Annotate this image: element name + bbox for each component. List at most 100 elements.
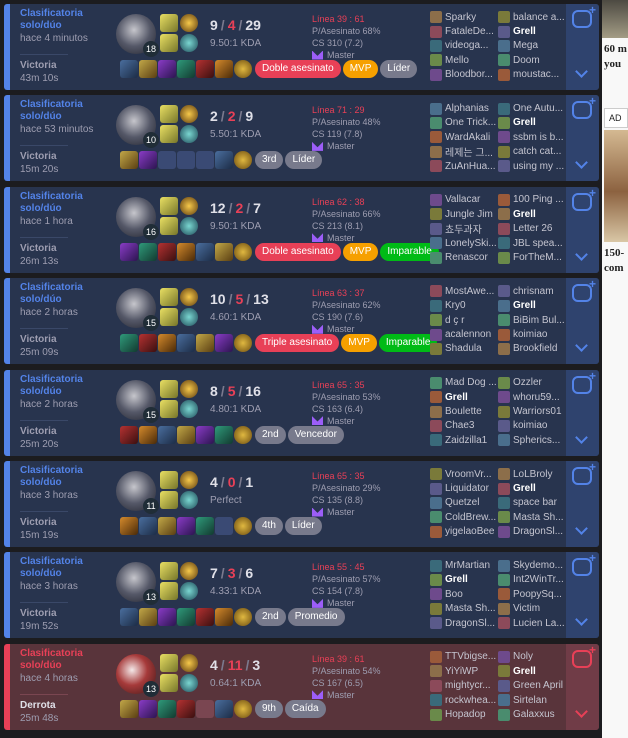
match-card[interactable]: Clasificatoria solo/dúo hace 4 horas Derro… xyxy=(4,643,599,730)
player-name[interactable]: Grell xyxy=(513,209,536,220)
item-icon[interactable] xyxy=(196,425,214,444)
champion-portrait[interactable]: 15 xyxy=(116,288,159,332)
player-name[interactable]: Grell xyxy=(513,26,536,37)
add-to-favorites-icon[interactable] xyxy=(572,278,596,303)
item-icon[interactable] xyxy=(120,517,138,535)
player-entry[interactable]: Galaxxus xyxy=(498,707,564,721)
flash-spell-icon[interactable] xyxy=(160,562,178,581)
player-name[interactable]: 100 Ping ... xyxy=(513,194,564,205)
player-entry[interactable]: Grell xyxy=(430,573,496,587)
player-entry[interactable]: mightycr... xyxy=(430,679,496,693)
player-name[interactable]: whoru59... xyxy=(513,392,560,403)
item-icon[interactable] xyxy=(139,608,157,627)
player-name[interactable]: Chae3 xyxy=(445,420,474,431)
player-entry[interactable]: Hopadop xyxy=(430,707,496,721)
player-name[interactable]: Warriors01 xyxy=(513,406,562,417)
item-icon[interactable] xyxy=(158,60,176,78)
chevron-down-icon[interactable] xyxy=(575,156,588,170)
player-name[interactable]: videoga... xyxy=(445,40,488,51)
player-entry[interactable]: ColdBrew... xyxy=(430,510,496,524)
match-card[interactable]: Clasificatoria solo/dúo hace 2 horas Victo… xyxy=(4,369,599,456)
item-icon[interactable] xyxy=(177,60,195,78)
player-entry[interactable]: koimiao xyxy=(498,327,564,341)
item-icon[interactable] xyxy=(158,334,176,353)
player-entry[interactable]: 100 Ping ... xyxy=(498,193,564,207)
secondary-rune-icon[interactable] xyxy=(180,399,198,418)
item-icon[interactable] xyxy=(177,699,195,718)
player-name[interactable]: Skydemo... xyxy=(513,560,563,571)
match-card[interactable]: Clasificatoria solo/dúo hace 4 minutos Vic… xyxy=(4,4,599,90)
player-entry[interactable]: Kry0 xyxy=(430,299,496,313)
player-entry[interactable]: Chae3 xyxy=(430,419,496,433)
player-entry[interactable]: Skydemo... xyxy=(498,558,564,572)
player-name[interactable]: Zaidzilla1 xyxy=(445,435,487,446)
secondary-rune-icon[interactable] xyxy=(180,34,198,52)
player-entry[interactable]: LoLBroly xyxy=(498,467,564,481)
item-icon[interactable] xyxy=(196,242,214,261)
secondary-rune-icon[interactable] xyxy=(180,125,198,144)
player-entry[interactable]: Renascor xyxy=(430,250,496,264)
player-name[interactable]: Shadula xyxy=(445,343,482,354)
ad-image[interactable] xyxy=(604,130,628,242)
player-entry[interactable]: Jungle Jim xyxy=(430,207,496,221)
smite-spell-icon[interactable] xyxy=(160,582,178,601)
player-name[interactable]: moustac... xyxy=(513,69,559,80)
chevron-down-icon[interactable] xyxy=(575,522,588,535)
player-entry[interactable]: DragonSl... xyxy=(498,525,564,539)
item-icon[interactable] xyxy=(177,608,195,627)
add-to-favorites-icon[interactable] xyxy=(572,644,596,668)
chevron-down-icon[interactable] xyxy=(575,247,588,261)
player-name[interactable]: yigelaoBee xyxy=(445,526,494,537)
trinket-icon[interactable] xyxy=(234,60,252,78)
item-icon[interactable] xyxy=(215,699,233,718)
player-entry[interactable]: YiYiWP xyxy=(430,664,496,678)
player-name[interactable]: Victim xyxy=(513,603,540,614)
smite-spell-icon[interactable] xyxy=(160,125,178,144)
player-name[interactable]: Boulette xyxy=(445,406,482,417)
player-name[interactable]: YiYiWP xyxy=(445,666,478,677)
keystone-rune-icon[interactable] xyxy=(180,105,198,124)
player-entry[interactable]: JBL spea... xyxy=(498,236,564,250)
player-name[interactable]: BiBim Bul... xyxy=(513,315,564,326)
player-entry[interactable]: moustac... xyxy=(498,68,564,82)
player-name[interactable]: Masta Sh... xyxy=(513,512,564,523)
player-entry[interactable]: Lucien La... xyxy=(498,616,564,630)
keystone-rune-icon[interactable] xyxy=(180,288,198,307)
player-name[interactable]: MostAwe... xyxy=(445,286,494,297)
player-entry[interactable]: Sparky xyxy=(430,10,496,24)
item-icon[interactable] xyxy=(158,608,176,627)
player-name[interactable]: Noly xyxy=(513,651,533,662)
item-icon[interactable] xyxy=(120,60,138,78)
player-name[interactable]: Green April xyxy=(513,680,563,691)
keystone-rune-icon[interactable] xyxy=(180,471,198,489)
flash-spell-icon[interactable] xyxy=(160,14,178,32)
player-entry[interactable]: Quetzel xyxy=(430,496,496,510)
item-icon[interactable] xyxy=(120,151,138,170)
player-name[interactable]: LoLBroly xyxy=(513,469,552,480)
smite-spell-icon[interactable] xyxy=(160,399,178,418)
secondary-rune-icon[interactable] xyxy=(180,673,198,692)
item-icon[interactable] xyxy=(196,517,214,535)
champion-portrait[interactable]: 13 xyxy=(116,562,159,606)
player-entry[interactable]: Mad Dog ... xyxy=(430,376,496,390)
secondary-rune-icon[interactable] xyxy=(180,582,198,601)
keystone-rune-icon[interactable] xyxy=(180,379,198,398)
player-name[interactable]: JBL spea... xyxy=(513,238,563,249)
trinket-icon[interactable] xyxy=(234,699,252,718)
secondary-rune-icon[interactable] xyxy=(180,308,198,327)
item-icon[interactable] xyxy=(139,517,157,535)
item-icon[interactable] xyxy=(177,425,195,444)
item-icon[interactable] xyxy=(120,425,138,444)
player-entry[interactable]: Ozzler xyxy=(498,376,564,390)
item-icon[interactable] xyxy=(158,425,176,444)
player-entry[interactable]: Doom xyxy=(498,53,564,67)
player-entry[interactable]: WardAkali xyxy=(430,130,496,144)
player-name[interactable]: VroomVr... xyxy=(445,469,492,480)
player-name[interactable]: Renascor xyxy=(445,252,488,263)
player-name[interactable]: koimiao xyxy=(513,420,547,431)
item-icon[interactable] xyxy=(215,425,233,444)
add-to-favorites-icon[interactable] xyxy=(572,187,596,211)
item-icon[interactable] xyxy=(139,242,157,261)
chevron-down-icon[interactable] xyxy=(575,430,588,444)
player-entry[interactable]: ssbm is b... xyxy=(498,130,564,144)
